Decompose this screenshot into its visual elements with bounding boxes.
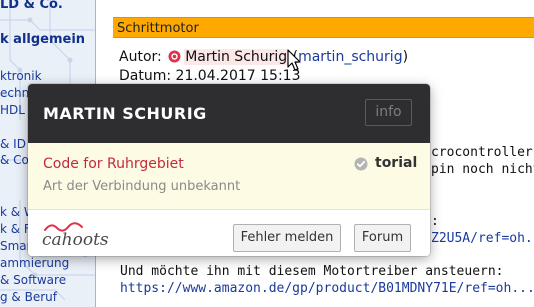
post-text-line: crocontroller <box>431 145 533 160</box>
user-dot-icon[interactable] <box>168 50 181 63</box>
post-meta: Autor: Martin Schurig (martin_schurig) D… <box>119 48 408 86</box>
popup-header: MARTIN SCHURIG info <box>28 84 430 143</box>
entry-name-link[interactable]: Code for Ruhrgebiet <box>43 156 184 172</box>
author-label: Autor: <box>119 49 162 65</box>
author-handle-close: ) <box>402 49 409 65</box>
cahoots-logo: cahoots <box>42 220 114 252</box>
entry-subtitle: Art der Verbindung unbekannt <box>43 179 241 194</box>
post-link-line[interactable]: https://www.amazon.de/gp/product/B01MDNY… <box>120 281 534 297</box>
popup-title: MARTIN SCHURIG <box>43 104 207 123</box>
post-text-line: pin noch nicht <box>431 162 534 177</box>
date-value: 21.04.2017 15:13 <box>175 68 301 84</box>
forum-button[interactable]: Forum <box>354 224 411 252</box>
logo-text: cahoots <box>42 230 109 250</box>
sidebar-item-software[interactable]: & Software <box>0 273 66 287</box>
post-text-line: : <box>431 214 439 229</box>
author-handle-link[interactable]: martin_schurig <box>298 49 403 65</box>
post-link-line[interactable]: Z2U5A/ref=oh... <box>431 231 534 247</box>
report-error-button[interactable]: Fehler melden <box>233 224 341 252</box>
user-profile-popup: MARTIN SCHURIG info Code for Ruhrgebiet … <box>28 84 430 256</box>
sidebar-item-elektronik[interactable]: ktronik <box>0 69 42 83</box>
sidebar-item-co[interactable]: & Co <box>0 153 29 167</box>
check-circle-icon <box>354 157 368 171</box>
sidebar-item-beruf[interactable]: g & Beruf <box>0 290 57 304</box>
mouse-pointer-icon <box>287 49 301 71</box>
sidebar-item-programmierung[interactable]: ammierung <box>0 256 69 270</box>
sidebar-item-ld-co[interactable]: LD & Co. <box>0 0 63 12</box>
date-label: Datum: <box>119 68 172 84</box>
sidebar-item-ide[interactable]: & ID <box>0 137 26 151</box>
sidebar-item-allgemein[interactable]: k allgemein <box>0 33 85 47</box>
author-row: Autor: Martin Schurig (martin_schurig) <box>119 48 408 67</box>
author-name-link[interactable]: Martin Schurig <box>184 49 289 65</box>
popup-entry: Code for Ruhrgebiet Art der Verbindung u… <box>28 143 430 210</box>
sidebar-item-smart[interactable]: Smar <box>0 239 32 253</box>
source-label: torial <box>375 155 418 171</box>
post-title-bar: Schrittmotor <box>113 17 534 38</box>
info-button[interactable]: info <box>365 99 412 126</box>
post-text-line: Und möchte ihn mit diesem Motortreiber a… <box>120 264 504 279</box>
